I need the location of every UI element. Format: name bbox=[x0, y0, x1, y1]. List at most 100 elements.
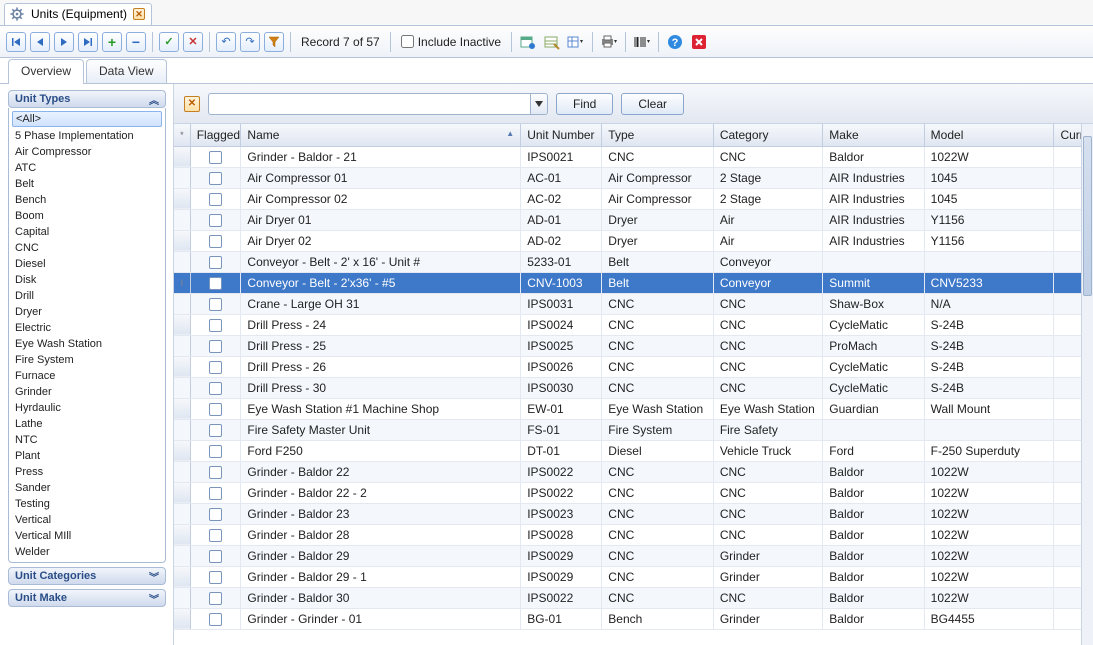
checkbox-icon[interactable] bbox=[209, 592, 222, 605]
checkbox-icon[interactable] bbox=[209, 445, 222, 458]
row-indicator[interactable] bbox=[174, 545, 190, 566]
flagged-cell[interactable] bbox=[190, 251, 241, 272]
table-row[interactable]: Grinder - Baldor 22IPS0022CNCCNCBaldor10… bbox=[174, 461, 1093, 482]
flagged-cell[interactable] bbox=[190, 188, 241, 209]
unit-type-item[interactable]: Welder bbox=[9, 544, 165, 560]
flagged-cell[interactable] bbox=[190, 587, 241, 608]
tab-data-view[interactable]: Data View bbox=[86, 59, 166, 83]
header-unit-number[interactable]: Unit Number bbox=[521, 124, 602, 146]
checkbox-icon[interactable] bbox=[209, 319, 222, 332]
row-indicator[interactable] bbox=[174, 146, 190, 167]
unit-type-item[interactable]: Electric bbox=[9, 320, 165, 336]
flagged-cell[interactable] bbox=[190, 335, 241, 356]
checkbox-icon[interactable] bbox=[209, 277, 222, 290]
flagged-cell[interactable] bbox=[190, 167, 241, 188]
filter-button[interactable] bbox=[264, 32, 284, 52]
table-row[interactable]: Drill Press - 30IPS0030CNCCNCCycleMaticS… bbox=[174, 377, 1093, 398]
unit-type-item[interactable]: Drill bbox=[9, 288, 165, 304]
row-indicator[interactable] bbox=[174, 440, 190, 461]
nav-prev-button[interactable] bbox=[30, 32, 50, 52]
checkbox-icon[interactable] bbox=[209, 382, 222, 395]
row-indicator[interactable] bbox=[174, 608, 190, 629]
unit-type-item[interactable]: NTC bbox=[9, 432, 165, 448]
flagged-cell[interactable] bbox=[190, 440, 241, 461]
header-type[interactable]: Type bbox=[602, 124, 714, 146]
table-row[interactable]: Crane - Large OH 31IPS0031CNCCNCShaw-Box… bbox=[174, 293, 1093, 314]
table-row[interactable]: Grinder - Baldor 29IPS0029CNCGrinderBald… bbox=[174, 545, 1093, 566]
row-indicator[interactable] bbox=[174, 503, 190, 524]
unit-type-item[interactable]: Boom bbox=[9, 208, 165, 224]
search-input[interactable] bbox=[208, 93, 530, 115]
table-row[interactable]: Drill Press - 26IPS0026CNCCNCCycleMaticS… bbox=[174, 356, 1093, 377]
flagged-cell[interactable] bbox=[190, 314, 241, 335]
flagged-cell[interactable] bbox=[190, 377, 241, 398]
print-button[interactable] bbox=[599, 32, 619, 52]
flagged-cell[interactable] bbox=[190, 146, 241, 167]
row-indicator[interactable] bbox=[174, 398, 190, 419]
flagged-cell[interactable] bbox=[190, 545, 241, 566]
unit-type-item[interactable]: <All> bbox=[12, 111, 162, 127]
help-button[interactable]: ? bbox=[665, 32, 685, 52]
header-make[interactable]: Make bbox=[823, 124, 924, 146]
table-row[interactable]: Air Dryer 02AD-02DryerAirAIR IndustriesY… bbox=[174, 230, 1093, 251]
accordion-unit-types-header[interactable]: Unit Types︽ bbox=[8, 90, 166, 108]
clear-button[interactable]: Clear bbox=[621, 93, 684, 115]
close-view-button[interactable] bbox=[689, 32, 709, 52]
flagged-cell[interactable] bbox=[190, 524, 241, 545]
table-row[interactable]: Air Compressor 01AC-01Air Compressor2 St… bbox=[174, 167, 1093, 188]
header-category[interactable]: Category bbox=[713, 124, 822, 146]
row-indicator[interactable] bbox=[174, 314, 190, 335]
row-indicator[interactable] bbox=[174, 188, 190, 209]
table-row[interactable]: Grinder - Baldor - 21IPS0021CNCCNCBaldor… bbox=[174, 146, 1093, 167]
checkbox-icon[interactable] bbox=[209, 487, 222, 500]
unit-type-item[interactable]: Air Compressor bbox=[9, 144, 165, 160]
table-row[interactable]: Air Dryer 01AD-01DryerAirAIR IndustriesY… bbox=[174, 209, 1093, 230]
add-button[interactable]: + bbox=[102, 32, 122, 52]
flagged-cell[interactable] bbox=[190, 209, 241, 230]
row-indicator[interactable] bbox=[174, 230, 190, 251]
table-row[interactable]: Conveyor - Belt - 2' x 16' - Unit #5233-… bbox=[174, 251, 1093, 272]
tab-overview[interactable]: Overview bbox=[8, 59, 84, 83]
checkbox-icon[interactable] bbox=[209, 550, 222, 563]
flagged-cell[interactable] bbox=[190, 419, 241, 440]
unit-type-item[interactable]: Vertical bbox=[9, 512, 165, 528]
row-indicator[interactable] bbox=[174, 272, 190, 293]
row-indicator[interactable] bbox=[174, 419, 190, 440]
flagged-cell[interactable] bbox=[190, 461, 241, 482]
scrollbar-thumb[interactable] bbox=[1083, 136, 1092, 296]
row-indicator[interactable] bbox=[174, 461, 190, 482]
table-row[interactable]: Grinder - Baldor 23IPS0023CNCCNCBaldor10… bbox=[174, 503, 1093, 524]
header-model[interactable]: Model bbox=[924, 124, 1054, 146]
checkbox-icon[interactable] bbox=[209, 361, 222, 374]
unit-type-item[interactable]: 5 Phase Implementation bbox=[9, 128, 165, 144]
table-row[interactable]: Eye Wash Station #1 Machine ShopEW-01Eye… bbox=[174, 398, 1093, 419]
checkbox-icon[interactable] bbox=[209, 235, 222, 248]
row-indicator[interactable] bbox=[174, 251, 190, 272]
checkbox-icon[interactable] bbox=[209, 466, 222, 479]
unit-type-item[interactable]: Diesel bbox=[9, 256, 165, 272]
row-indicator[interactable] bbox=[174, 587, 190, 608]
accordion-unit-make-header[interactable]: Unit Make︾ bbox=[8, 589, 166, 607]
checkbox-icon[interactable] bbox=[209, 193, 222, 206]
checkbox-icon[interactable] bbox=[209, 151, 222, 164]
include-inactive-checkbox[interactable]: Include Inactive bbox=[397, 35, 505, 49]
header-rowselector[interactable]: * bbox=[174, 124, 190, 146]
table-row[interactable]: Drill Press - 25IPS0025CNCCNCProMachS-24… bbox=[174, 335, 1093, 356]
unit-type-item[interactable]: Plant bbox=[9, 448, 165, 464]
unit-type-item[interactable]: Lathe bbox=[9, 416, 165, 432]
unit-type-item[interactable]: CNC bbox=[9, 240, 165, 256]
table-row[interactable]: Grinder - Baldor 22 - 2IPS0022CNCCNCBald… bbox=[174, 482, 1093, 503]
checkbox-icon[interactable] bbox=[209, 403, 222, 416]
row-indicator[interactable] bbox=[174, 167, 190, 188]
flagged-cell[interactable] bbox=[190, 608, 241, 629]
unit-type-item[interactable]: ATC bbox=[9, 160, 165, 176]
unit-type-item[interactable]: Fire System bbox=[9, 352, 165, 368]
unit-type-item[interactable]: Dryer bbox=[9, 304, 165, 320]
unit-type-item[interactable]: Furnace bbox=[9, 368, 165, 384]
checkbox-icon[interactable] bbox=[209, 256, 222, 269]
nav-last-button[interactable] bbox=[78, 32, 98, 52]
unit-type-item[interactable]: Eye Wash Station bbox=[9, 336, 165, 352]
table-row[interactable]: Grinder - Baldor 30IPS0022CNCCNCBaldor10… bbox=[174, 587, 1093, 608]
header-flagged[interactable]: Flagged bbox=[190, 124, 241, 146]
grid-tool-1-button[interactable] bbox=[518, 32, 538, 52]
